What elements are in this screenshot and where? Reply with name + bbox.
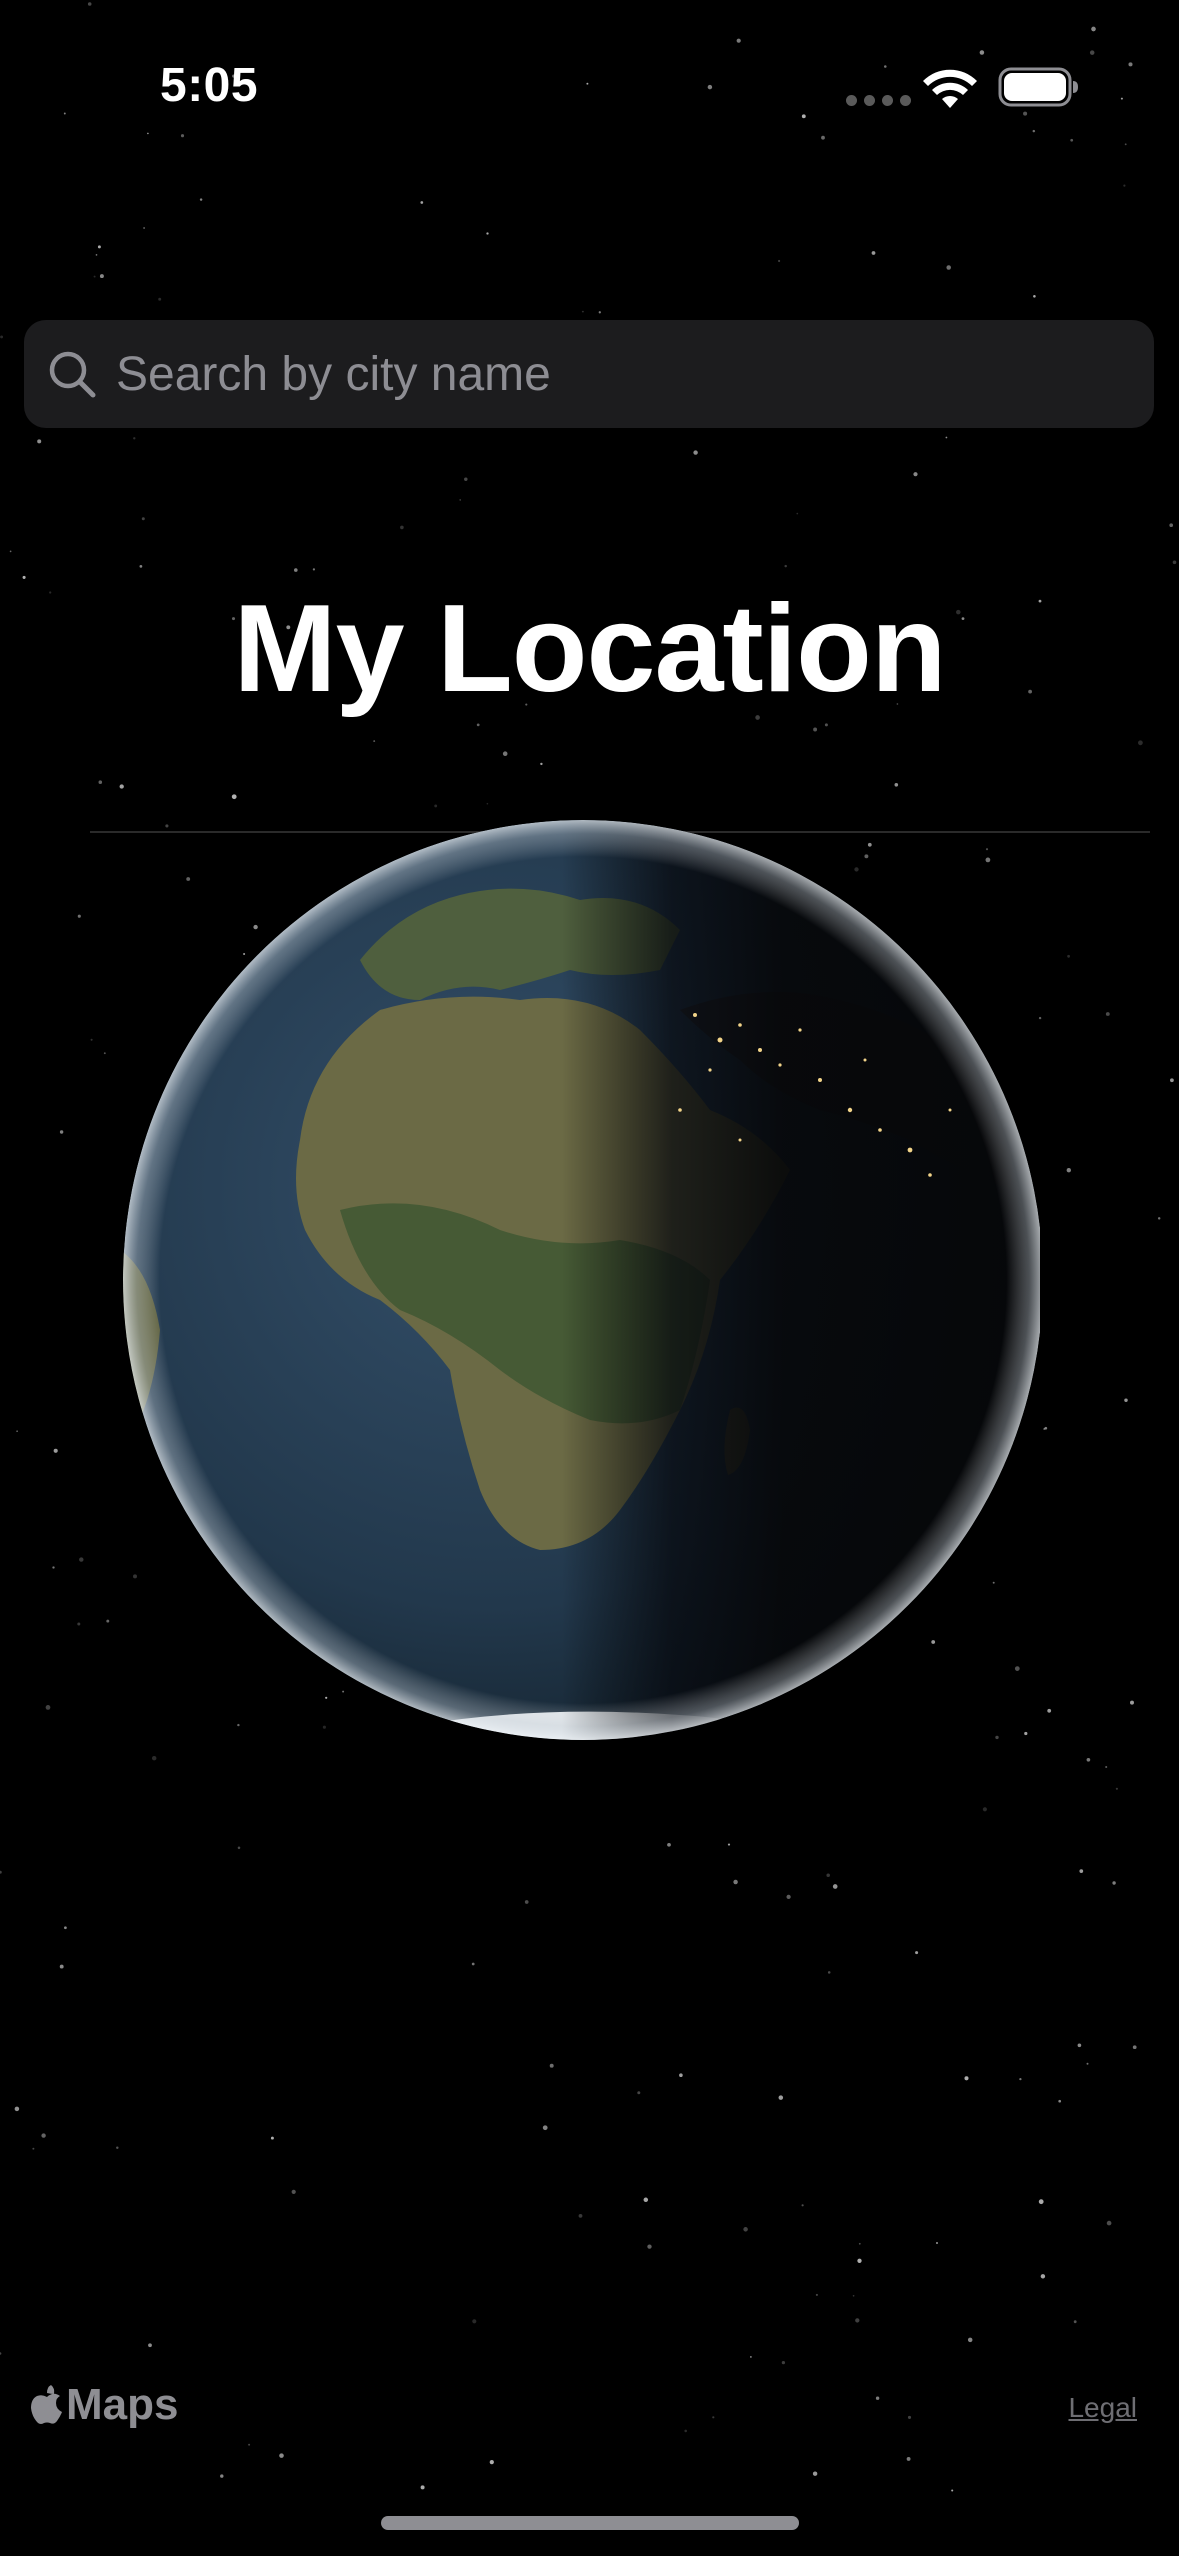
apple-maps-attribution: Maps bbox=[30, 2380, 178, 2430]
search-bar[interactable] bbox=[24, 319, 1154, 429]
maps-label: Maps bbox=[66, 2380, 179, 2429]
page-title: My Location bbox=[233, 580, 946, 718]
cellular-signal-icon bbox=[846, 95, 911, 106]
battery-icon bbox=[998, 67, 1078, 107]
apple-logo-icon bbox=[31, 2385, 62, 2424]
home-indicator[interactable] bbox=[381, 2516, 799, 2530]
earth-globe-image[interactable] bbox=[120, 810, 1040, 1750]
search-input[interactable] bbox=[114, 319, 1154, 429]
search-icon bbox=[49, 351, 96, 398]
weather-location-screen: 5:05 My Location bbox=[0, 0, 1179, 2556]
wifi-icon bbox=[923, 69, 977, 108]
status-time: 5:05 bbox=[160, 59, 259, 112]
legal-link[interactable]: Legal bbox=[1068, 2392, 1137, 2424]
